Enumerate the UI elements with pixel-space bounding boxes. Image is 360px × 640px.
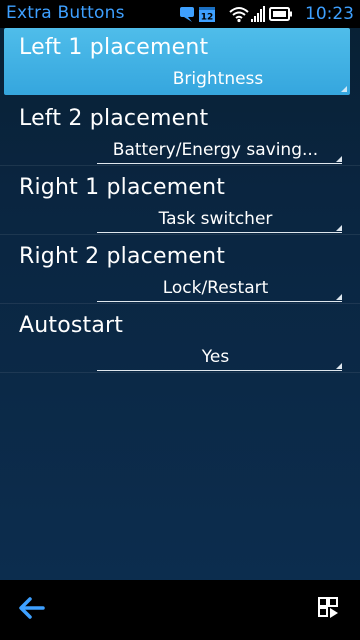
signal-bars-icon — [251, 5, 265, 23]
setting-value-dropdown[interactable]: Brightness — [97, 67, 347, 93]
setting-value-text: Brightness — [172, 69, 264, 89]
dropdown-corner-icon — [341, 86, 347, 92]
setting-value-text: Battery/Energy saving... — [112, 140, 319, 160]
clock: 10:23 — [305, 4, 354, 24]
back-button[interactable] — [12, 592, 52, 628]
setting-left-1-placement[interactable]: Left 1 placement Brightness — [4, 28, 350, 95]
options-menu-button[interactable] — [310, 592, 350, 628]
app-title: Extra Buttons — [6, 3, 125, 23]
bottom-toolbar — [0, 580, 360, 640]
setting-value-dropdown[interactable]: Lock/Restart — [97, 276, 342, 302]
setting-value-dropdown[interactable]: Task switcher — [97, 207, 342, 233]
setting-value-text: Lock/Restart — [162, 278, 269, 298]
calendar-day: 12 — [201, 13, 214, 23]
dropdown-corner-icon — [336, 294, 342, 300]
setting-label: Autostart — [19, 313, 124, 338]
status-bar: Extra Buttons 12 10:23 — [0, 0, 360, 28]
back-arrow-icon — [18, 597, 46, 623]
setting-right-1-placement[interactable]: Right 1 placement Task switcher — [0, 166, 360, 235]
setting-right-2-placement[interactable]: Right 2 placement Lock/Restart — [0, 235, 360, 304]
battery-icon — [269, 6, 293, 22]
chat-bubble-icon — [178, 5, 196, 23]
wifi-icon — [229, 5, 249, 23]
setting-label: Right 2 placement — [19, 244, 226, 269]
settings-list: Left 1 placement Brightness Left 2 place… — [0, 28, 360, 580]
setting-label: Right 1 placement — [19, 175, 226, 200]
calendar-icon: 12 — [198, 5, 216, 23]
setting-label: Left 1 placement — [19, 35, 209, 60]
setting-value-text: Yes — [201, 347, 230, 367]
setting-label: Left 2 placement — [19, 106, 209, 131]
dropdown-corner-icon — [336, 225, 342, 231]
status-icons: 12 10:23 — [178, 0, 360, 28]
setting-autostart[interactable]: Autostart Yes — [0, 304, 360, 373]
dropdown-corner-icon — [336, 363, 342, 369]
setting-value-dropdown[interactable]: Battery/Energy saving... — [97, 138, 342, 164]
setting-value-dropdown[interactable]: Yes — [97, 345, 342, 371]
options-menu-icon — [317, 596, 343, 624]
setting-value-text: Task switcher — [158, 209, 273, 229]
dropdown-corner-icon — [336, 156, 342, 162]
setting-left-2-placement[interactable]: Left 2 placement Battery/Energy saving..… — [0, 97, 360, 166]
